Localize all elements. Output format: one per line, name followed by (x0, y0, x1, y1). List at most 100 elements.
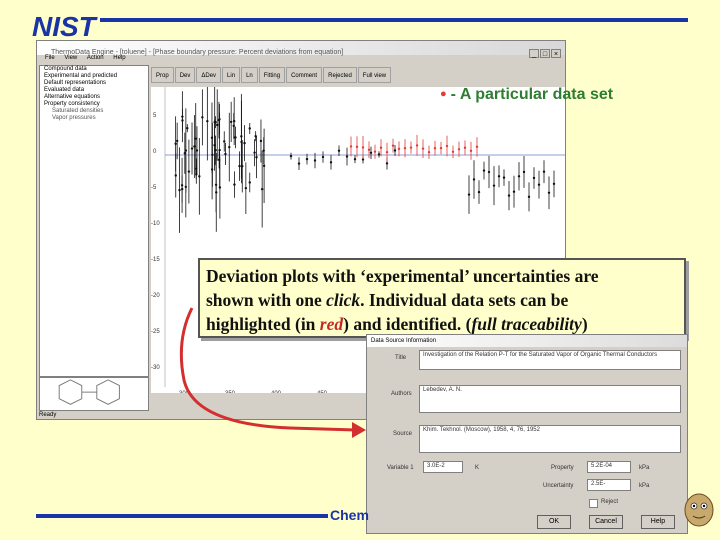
property-field[interactable]: 5.2E-04 (587, 461, 631, 473)
plot-toolbar: Prop Dev ΔDev Lin Ln Fitting Comment Rejected Fu… (151, 67, 451, 85)
data-point (213, 143, 216, 147)
data-point (451, 150, 455, 154)
data-point (174, 142, 177, 145)
data-point (369, 151, 373, 155)
y-tick-label: -25 (151, 329, 160, 335)
data-point (187, 170, 191, 173)
data-point (233, 183, 236, 186)
source-field[interactable]: Khim. Tekhnol. (Moscow), 1958, 4, 76, 19… (419, 425, 681, 453)
variable-field[interactable]: 3.0E-2 (423, 461, 463, 473)
tree-item[interactable]: Compound data (40, 66, 148, 73)
prop-button[interactable]: Prop (151, 67, 174, 83)
data-point (234, 136, 237, 139)
data-point (415, 144, 419, 147)
full-view-button[interactable]: Full view (357, 67, 392, 83)
data-point (184, 185, 188, 189)
data-point (433, 147, 437, 150)
data-point (262, 164, 266, 168)
data-point (467, 193, 471, 196)
data-point (393, 149, 397, 152)
lin-button[interactable]: Lin (222, 67, 241, 83)
data-point (243, 141, 246, 145)
authors-label: Authors (391, 391, 412, 397)
ok-button[interactable]: OK (537, 515, 571, 529)
data-point (253, 151, 256, 154)
data-point (379, 146, 383, 149)
svg-text:NIST: NIST (32, 12, 99, 40)
source-label: Source (393, 431, 413, 437)
delta-dev-button[interactable]: ΔDev (196, 67, 222, 83)
data-point (211, 153, 214, 157)
uncertainty-label: Uncertainty (543, 483, 574, 489)
menu-action[interactable]: Action (87, 55, 104, 61)
title-field[interactable]: Investigation of the Relation P-T for th… (419, 350, 681, 370)
cancel-button[interactable]: Cancel (589, 515, 623, 529)
data-point (353, 158, 357, 161)
data-point (183, 152, 187, 155)
data-point (403, 147, 407, 150)
data-point (175, 139, 179, 143)
fitting-button[interactable]: Fitting (258, 67, 286, 83)
data-point (377, 153, 381, 156)
y-tick-label: 5 (153, 113, 157, 119)
error-bars (174, 87, 556, 233)
data-point (542, 170, 546, 173)
mascot-image (684, 493, 714, 527)
data-point (244, 186, 248, 190)
nist-logo: NIST (32, 12, 99, 40)
data-point (206, 119, 209, 123)
data-point (178, 188, 181, 192)
data-point (469, 149, 473, 153)
menu-file[interactable]: File (45, 55, 55, 61)
data-point (174, 174, 177, 177)
data-point (329, 161, 333, 164)
help-button[interactable]: Help (641, 515, 675, 529)
ln-button[interactable]: Ln (241, 67, 258, 83)
data-point (186, 126, 189, 130)
y-tick-label: -30 (151, 365, 160, 371)
menu-help[interactable]: Help (113, 55, 125, 61)
dialog-title: Data Source Information (371, 338, 437, 344)
reject-checkbox[interactable] (589, 499, 598, 508)
molecule-structure-image (39, 377, 149, 411)
data-point (248, 127, 251, 130)
data-point (305, 157, 309, 161)
tree-item[interactable]: Experimental and predicted (40, 73, 148, 80)
tree-item[interactable]: Evaluated data (40, 87, 148, 94)
header-rule (100, 18, 688, 22)
data-point (193, 145, 196, 148)
data-point (216, 123, 219, 127)
navigation-tree: Compound data Experimental and predicted… (39, 65, 149, 377)
tree-item[interactable]: Default representations (40, 80, 148, 87)
data-point (259, 139, 263, 143)
data-point (240, 140, 243, 144)
data-point (409, 146, 413, 149)
tree-item[interactable]: Alternative equations (40, 94, 148, 101)
red-dot-icon: ● (440, 88, 447, 100)
menu-view[interactable]: View (64, 55, 77, 61)
rejected-button[interactable]: Rejected (323, 67, 357, 83)
data-point (181, 119, 184, 122)
dev-button[interactable]: Dev (174, 67, 196, 83)
y-tick-label: -10 (151, 221, 160, 227)
property-unit: kPa (639, 465, 650, 471)
menubar: File View Action Help (37, 55, 565, 65)
data-point (475, 145, 479, 149)
data-point (218, 186, 222, 189)
authors-field[interactable]: Lebedev, A. N. (419, 385, 681, 413)
data-point (289, 154, 293, 158)
data-point (552, 182, 556, 186)
caption-line-1: Deviation plots with ‘experimental’ unce… (206, 266, 599, 286)
data-point (547, 191, 551, 194)
tree-subitem[interactable]: Saturated densities (40, 108, 148, 115)
tree-item[interactable]: Property consistency (40, 101, 148, 108)
comment-button[interactable]: Comment (286, 67, 323, 83)
data-point (215, 191, 218, 194)
data-point (224, 152, 227, 156)
data-point (457, 148, 461, 151)
data-point (385, 162, 389, 165)
y-tick-label: 0 (153, 149, 157, 155)
uncertainty-field[interactable]: 2.5E- (587, 479, 631, 491)
variable-unit: K (475, 465, 480, 471)
tree-subitem[interactable]: Vapor pressures (40, 115, 148, 122)
